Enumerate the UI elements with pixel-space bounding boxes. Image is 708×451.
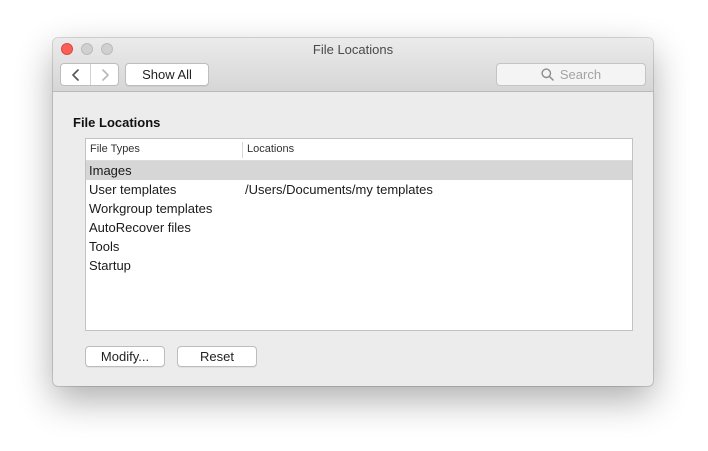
chevron-left-icon — [71, 68, 79, 81]
preferences-window: File Locations Show All Search File Loca… — [53, 38, 653, 386]
window-title: File Locations — [312, 42, 394, 57]
location-cell: /Users/Documents/my templates — [245, 182, 433, 197]
table-row[interactable]: Workgroup templates — [86, 199, 632, 218]
file-type-cell: Workgroup templates — [89, 201, 213, 216]
show-all-button[interactable]: Show All — [125, 63, 209, 86]
table-row[interactable]: Tools — [86, 237, 632, 256]
table-row[interactable]: User templates /Users/Documents/my templ… — [86, 180, 632, 199]
file-locations-table: File Types Locations Images User templat… — [85, 138, 633, 331]
column-divider[interactable] — [242, 142, 243, 158]
search-placeholder: Search — [559, 67, 602, 82]
file-type-cell: AutoRecover files — [89, 220, 191, 235]
modify-button[interactable]: Modify... — [85, 346, 165, 367]
search-field[interactable]: Search — [496, 63, 646, 86]
reset-button[interactable]: Reset — [177, 346, 257, 367]
back-button[interactable] — [61, 64, 91, 85]
table-row[interactable]: AutoRecover files — [86, 218, 632, 237]
file-type-cell: User templates — [89, 182, 177, 197]
forward-button[interactable] — [90, 64, 118, 85]
search-icon — [541, 68, 554, 81]
table-row[interactable]: Images — [86, 161, 632, 180]
file-type-cell: Tools — [89, 239, 120, 254]
file-type-cell: Images — [89, 163, 132, 178]
column-header-file-types[interactable]: File Types — [90, 143, 140, 155]
title-bar: File Locations Show All Search — [53, 38, 653, 92]
chevron-right-icon — [101, 68, 109, 81]
navigation-buttons — [60, 63, 119, 86]
table-header: File Types Locations — [86, 139, 632, 161]
section-heading: File Locations — [73, 115, 161, 130]
column-header-locations[interactable]: Locations — [247, 143, 294, 155]
file-type-cell: Startup — [89, 258, 131, 273]
table-row[interactable]: Startup — [86, 256, 632, 275]
